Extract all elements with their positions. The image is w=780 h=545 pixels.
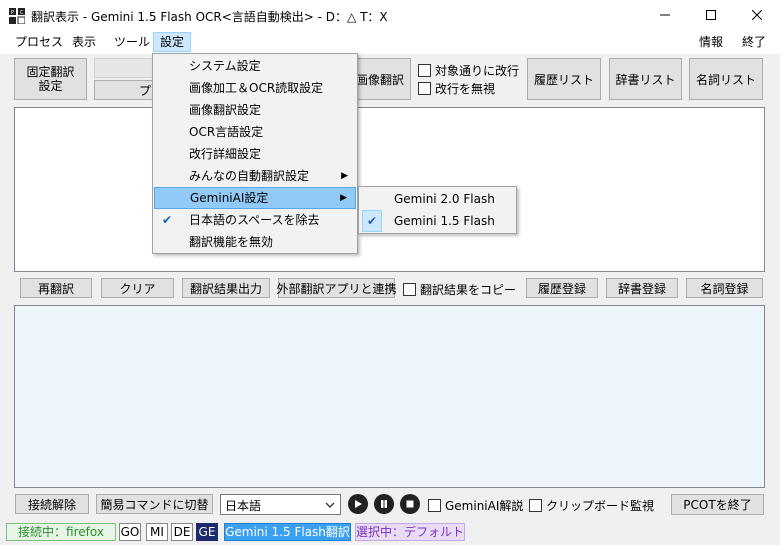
minimize-icon (660, 14, 670, 16)
selected-profile-status: 選択中：デフォルト (355, 523, 465, 541)
noun-register-button[interactable]: 名詞登録 (686, 278, 763, 298)
lang-go-toggle[interactable]: GO (119, 523, 141, 541)
copy-result-checkbox[interactable]: 翻訳結果をコピー (403, 281, 516, 298)
minimize-button[interactable] (642, 0, 688, 30)
clear-button[interactable]: クリア (101, 278, 174, 298)
menu-exit[interactable]: 終了 (736, 32, 772, 52)
history-list-button[interactable]: 履歴リスト (527, 58, 601, 100)
checkmark-icon: ✔ (362, 210, 382, 232)
menu-item-minna-auto-translate[interactable]: みんなの自動翻訳設定 ▶ (154, 165, 356, 187)
checkbox-label: GeminiAI解説 (445, 499, 524, 513)
settings-dropdown-menu: システム設定 画像加工＆OCR読取設定 画像翻訳設定 OCR言語設定 改行詳細設… (152, 53, 358, 254)
pause-button[interactable] (374, 494, 394, 514)
lang-mi-toggle[interactable]: MI (146, 523, 168, 541)
play-icon (355, 500, 362, 508)
blank-button-top[interactable] (94, 58, 156, 78)
dictionary-register-button[interactable]: 辞書登録 (606, 278, 678, 298)
language-select[interactable]: 日本語 (220, 494, 341, 515)
app-icon: P C (9, 8, 25, 24)
svg-text:C: C (20, 10, 24, 16)
chevron-down-icon (325, 502, 335, 508)
menu-item-gemini-settings[interactable]: GeminiAI設定 ▶ (154, 187, 356, 209)
submenu-arrow-icon: ▶ (340, 193, 347, 203)
menu-process[interactable]: プロセス (9, 32, 69, 52)
export-result-button[interactable]: 翻訳結果出力 (182, 278, 270, 298)
close-button[interactable] (734, 0, 780, 30)
checkbox-label: クリップボード監視 (546, 499, 655, 513)
fixed-translate-settings-button[interactable]: 固定翻訳 設定 (14, 58, 87, 100)
noun-list-button[interactable]: 名詞リスト (689, 58, 763, 100)
menu-tools[interactable]: ツール (108, 32, 156, 52)
window-title: 翻訳表示 - Gemini 1.5 Flash OCR<言語自動検出> - D：… (31, 10, 388, 24)
dictionary-list-button[interactable]: 辞書リスト (609, 58, 682, 100)
partial-button[interactable]: プ (94, 80, 156, 100)
menu-item-system-settings[interactable]: システム設定 (154, 55, 356, 77)
play-button[interactable] (348, 494, 368, 514)
lang-ge-toggle[interactable]: GE (196, 523, 218, 541)
checkbox-box[interactable] (403, 283, 416, 296)
checkbox-box[interactable] (418, 82, 431, 95)
checkbox-label: 翻訳結果をコピー (420, 283, 517, 297)
exit-pcot-button[interactable]: PCOTを終了 (671, 494, 764, 515)
clipboard-watch-checkbox[interactable]: クリップボード監視 (529, 497, 654, 514)
checkbox-box[interactable] (428, 499, 441, 512)
connection-status: 接続中：firefox (6, 523, 116, 541)
checkbox-box[interactable] (529, 499, 542, 512)
svg-text:P: P (11, 10, 14, 16)
submenu-item-gemini-2-0-flash[interactable]: Gemini 2.0 Flash (360, 188, 515, 210)
engine-status: Gemini 1.5 Flash翻訳 (224, 523, 351, 541)
submenu-item-gemini-1-5-flash[interactable]: ✔ Gemini 1.5 Flash (360, 210, 515, 232)
linebreak-as-source-checkbox[interactable]: 対象通りに改行 (418, 62, 519, 79)
stop-button[interactable] (400, 494, 420, 514)
maximize-button[interactable] (688, 0, 734, 30)
ignore-linebreak-checkbox[interactable]: 改行を無視 (418, 80, 495, 97)
menu-item-disable-translation[interactable]: 翻訳機能を無効 (154, 231, 356, 253)
pause-icon (381, 500, 387, 508)
checkbox-label: 改行を無視 (435, 82, 496, 96)
stop-icon (406, 500, 414, 508)
checkbox-box[interactable] (418, 64, 431, 77)
retranslate-button[interactable]: 再翻訳 (20, 278, 92, 298)
menu-view[interactable]: 表示 (66, 32, 102, 52)
language-select-value: 日本語 (225, 499, 262, 513)
checkmark-icon: ✔ (162, 213, 173, 227)
simple-command-button[interactable]: 簡易コマンドに切替 (96, 494, 213, 514)
maximize-icon (706, 10, 716, 20)
lang-de-toggle[interactable]: DE (171, 523, 193, 541)
menu-item-ocr-language-settings[interactable]: OCR言語設定 (154, 121, 356, 143)
history-register-button[interactable]: 履歴登録 (526, 278, 598, 298)
gemini-explain-checkbox[interactable]: GeminiAI解説 (428, 497, 523, 514)
menu-settings[interactable]: 設定 (153, 32, 192, 52)
submenu-arrow-icon: ▶ (341, 171, 348, 181)
menu-item-linebreak-settings[interactable]: 改行詳細設定 (154, 143, 356, 165)
menu-item-remove-japanese-spaces[interactable]: ✔ 日本語のスペースを除去 (154, 209, 356, 231)
checkbox-label: 対象通りに改行 (435, 64, 520, 78)
menu-item-image-ocr-settings[interactable]: 画像加工＆OCR読取設定 (154, 77, 356, 99)
menu-info[interactable]: 情報 (693, 32, 729, 52)
gemini-submenu: Gemini 2.0 Flash ✔ Gemini 1.5 Flash (358, 186, 517, 234)
translation-result-area[interactable] (14, 305, 765, 488)
external-app-button[interactable]: 外部翻訳アプリと連携 (277, 278, 397, 298)
close-icon (752, 10, 762, 20)
disconnect-button[interactable]: 接続解除 (15, 494, 89, 514)
menu-item-image-translate-settings[interactable]: 画像翻訳設定 (154, 99, 356, 121)
